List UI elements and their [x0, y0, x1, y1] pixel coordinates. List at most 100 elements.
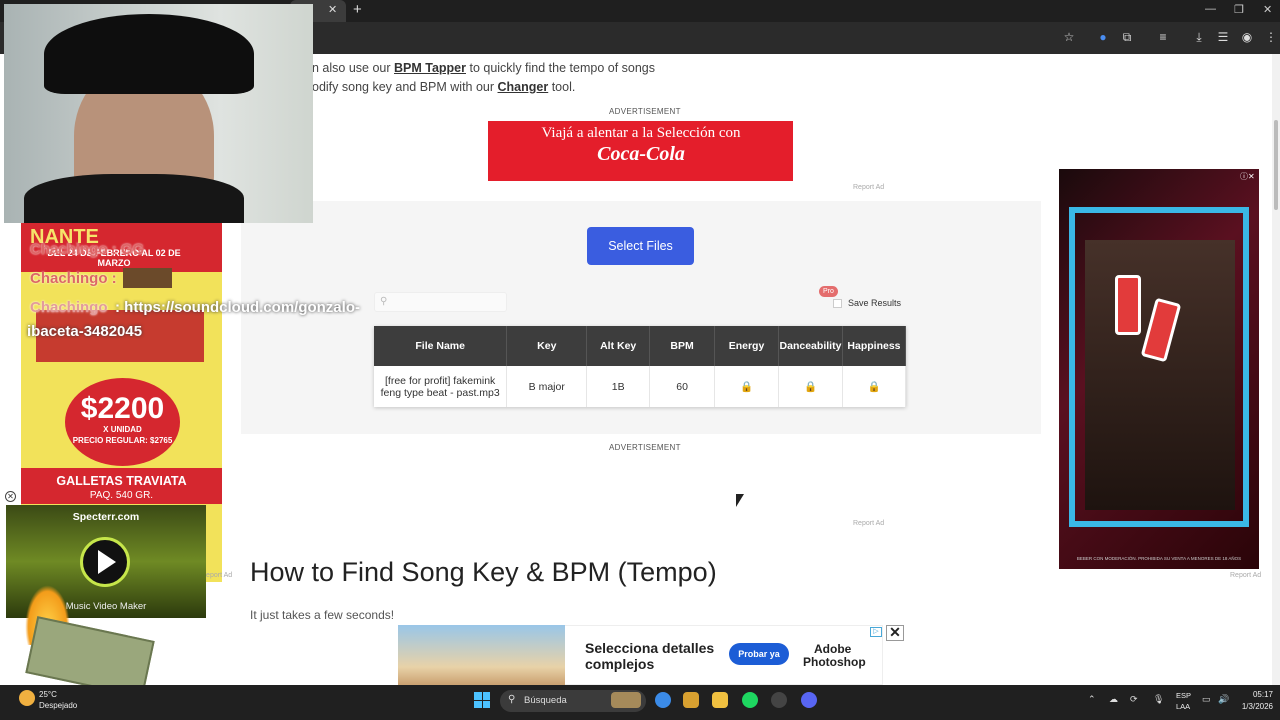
- table-row: [free for profit] fakemink feng type bea…: [374, 366, 907, 407]
- adchoices-icon[interactable]: ▷: [870, 627, 882, 637]
- window-close-button[interactable]: ✕: [1263, 3, 1272, 16]
- tab-close-icon[interactable]: ✕: [328, 3, 337, 16]
- report-ad-link[interactable]: Report Ad: [1230, 572, 1261, 579]
- column-header-happiness[interactable]: Happiness: [842, 326, 907, 366]
- file-explorer-icon[interactable]: [712, 692, 728, 708]
- spotify-icon[interactable]: [742, 692, 758, 708]
- app-icon[interactable]: [683, 692, 699, 708]
- ad-price: $2200: [80, 392, 165, 425]
- coca-cola-logo: Coca-Cola: [597, 143, 685, 165]
- windows-start-icon[interactable]: [474, 692, 490, 708]
- bpm-tapper-link[interactable]: BPM Tapper: [394, 61, 466, 75]
- close-icon[interactable]: ✕: [5, 491, 16, 502]
- tray-volume-icon[interactable]: 🔊: [1218, 694, 1229, 705]
- specterr-title: Specterr.com: [72, 511, 140, 523]
- close-ad-button[interactable]: ✕: [886, 625, 904, 641]
- chat-link-message: : https://soundcloud.com/gonzalo-: [115, 299, 360, 316]
- ad-plane-image: [398, 121, 488, 181]
- extension-icon[interactable]: ●: [1096, 30, 1110, 44]
- chat-message-2: Chachingo :: [30, 270, 117, 287]
- report-ad-link[interactable]: Report Ad: [853, 184, 884, 191]
- search-highlight-icon: [611, 692, 641, 708]
- column-header-alt-key[interactable]: Alt Key: [586, 326, 651, 366]
- intro-text: to quickly find the tempo of songs: [466, 61, 655, 75]
- search-icon: ⚲: [508, 694, 516, 705]
- mouse-cursor-icon: [736, 494, 744, 507]
- extensions-puzzle-icon[interactable]: ⧉: [1120, 30, 1134, 44]
- weather-temperature[interactable]: 25°C: [39, 690, 57, 699]
- report-ad-link[interactable]: Report Ad: [853, 520, 884, 527]
- intro-line-2: odify song key and BPM with our Changer …: [312, 80, 575, 94]
- media-control-icon[interactable]: ≡: [1156, 30, 1170, 44]
- cell-bpm: 60: [649, 366, 716, 407]
- reading-list-icon[interactable]: ☰: [1216, 30, 1230, 44]
- tray-network-icon[interactable]: ▭: [1202, 694, 1211, 705]
- tray-clock-time[interactable]: 05:17: [1237, 690, 1273, 699]
- tray-mic-icon[interactable]: 🎙: [1153, 694, 1164, 705]
- ad-fifa-logo: [793, 121, 883, 181]
- ad-unit: X UNIDAD: [103, 425, 142, 434]
- chat-emote: [123, 268, 172, 288]
- chat-message-1: Chachingo : GG: [30, 241, 145, 258]
- app-icon[interactable]: [771, 692, 787, 708]
- page-heading: How to Find Song Key & BPM (Tempo): [250, 557, 717, 587]
- chat-username: Chachingo: [30, 299, 108, 316]
- tray-layout[interactable]: LAA: [1176, 702, 1190, 711]
- heading-subtext: It just takes a few seconds!: [250, 608, 395, 622]
- danceability-lock-icon[interactable]: 🔒: [778, 366, 843, 407]
- ad-beer-photo: [1085, 240, 1235, 510]
- ad-package-size: PAQ. 540 GR.: [89, 490, 154, 501]
- tray-chevron-icon[interactable]: ⌃: [1088, 694, 1096, 705]
- tray-clock-date[interactable]: 1/3/2026: [1237, 702, 1273, 711]
- column-header-bpm[interactable]: BPM: [649, 326, 716, 366]
- ad-regular-price: PRECIO REGULAR: $2765: [72, 436, 173, 445]
- scrollbar-thumb[interactable]: [1274, 120, 1278, 210]
- ad-headline-line-2: complejos: [585, 656, 655, 672]
- ad-headline: Viajá a alentar a la Selección con: [541, 125, 741, 141]
- changer-link[interactable]: Changer: [498, 80, 549, 94]
- window-maximize-button[interactable]: ❐: [1234, 3, 1244, 16]
- chrome-icon[interactable]: [655, 692, 671, 708]
- happiness-lock-icon[interactable]: 🔒: [842, 366, 907, 407]
- save-results-checkbox[interactable]: [833, 299, 842, 308]
- download-icon[interactable]: ⤓: [1192, 30, 1206, 44]
- save-results-label[interactable]: Save Results: [848, 298, 901, 308]
- tray-cloud-icon[interactable]: ☁: [1109, 694, 1118, 705]
- energy-lock-icon[interactable]: 🔒: [714, 366, 779, 407]
- column-header-key[interactable]: Key: [506, 326, 588, 366]
- probar-ya-button[interactable]: Probar ya: [729, 643, 789, 665]
- results-search-input[interactable]: [374, 292, 507, 312]
- beer-can: [1115, 275, 1141, 335]
- weather-icon[interactable]: [19, 690, 35, 706]
- column-header-energy[interactable]: Energy: [714, 326, 779, 366]
- tray-language[interactable]: ESP: [1176, 691, 1191, 700]
- coca-cola-ad-banner[interactable]: Viajá a alentar a la Selección con Coca-…: [398, 121, 883, 181]
- profile-avatar-icon[interactable]: ◉: [1240, 30, 1254, 44]
- advertisement-label: ADVERTISEMENT: [609, 107, 681, 116]
- intro-text: tool.: [548, 80, 576, 94]
- ad-legal-text: BEBER CON MODERACIÓN. PROHIBIDA SU VENTA…: [1076, 556, 1242, 561]
- browser-menu-icon[interactable]: ⋮: [1264, 30, 1278, 44]
- cell-alt-key: 1B: [586, 366, 651, 407]
- play-icon: [98, 550, 116, 574]
- webcam-overlay: [4, 4, 313, 223]
- adchoices-icon[interactable]: ⓘ✕: [1240, 171, 1255, 182]
- ad-headline-line-1: Selecciona detalles: [585, 640, 715, 656]
- chat-link-message-cont: ibaceta-3482045: [27, 323, 143, 340]
- new-tab-button[interactable]: +: [353, 1, 362, 18]
- ad-people-photo: [398, 625, 565, 685]
- column-header-danceability[interactable]: Danceability: [778, 326, 843, 366]
- bookmark-star-icon[interactable]: ☆: [1062, 30, 1076, 44]
- window-minimize-button[interactable]: —: [1205, 3, 1216, 15]
- tray-sync-icon[interactable]: ⟳: [1130, 694, 1138, 705]
- select-files-button[interactable]: Select Files: [587, 227, 694, 265]
- pro-badge: Pro: [819, 286, 838, 297]
- search-icon: ⚲: [380, 296, 388, 307]
- discord-icon[interactable]: [801, 692, 817, 708]
- weather-description[interactable]: Despejado: [39, 701, 77, 710]
- ad-brand-photoshop: Photoshop: [803, 655, 866, 669]
- intro-line-1: n also use our BPM Tapper to quickly fin…: [312, 61, 655, 75]
- column-header-file-name[interactable]: File Name: [374, 326, 508, 366]
- streamer-shirt: [24, 174, 244, 223]
- intro-text: n also use our: [312, 61, 394, 75]
